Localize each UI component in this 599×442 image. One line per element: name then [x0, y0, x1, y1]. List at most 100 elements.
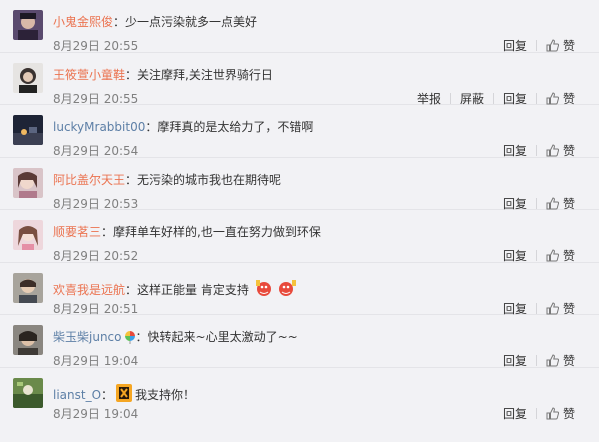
comment-item: lianst_O： 我支持你！ 8月29日 19:04 回复 赞 — [0, 368, 599, 421]
like-button[interactable]: 赞 — [546, 90, 575, 107]
like-button[interactable]: 赞 — [546, 405, 575, 422]
reply-button[interactable]: 回复 — [503, 352, 527, 369]
like-label: 赞 — [562, 144, 575, 158]
comment-time: 8月29日 19:04 — [53, 406, 139, 421]
reply-button[interactable]: 回复 — [503, 247, 527, 264]
comment-time: 8月29日 20:54 — [53, 144, 139, 158]
comment-actions: 回复 赞 — [503, 405, 575, 422]
comment-line: 阿比盖尔天王：无污染的城市我也在期待呢 — [53, 172, 281, 188]
username-link[interactable]: 小鬼金熙俊 — [53, 15, 113, 29]
like-button[interactable]: 赞 — [546, 352, 575, 369]
comment-line: 欢喜我是远航：这样正能量 肯定支持 — [53, 277, 299, 299]
comment-item: 顺要茗三：摩拜单车好样的,也一直在努力做到环保 8月29日 20:52 回复 赞 — [0, 210, 599, 263]
username-link[interactable]: 阿比盖尔天王 — [53, 173, 125, 187]
comment-text: 摩拜真的是太给力了，不错啊 — [157, 120, 314, 134]
comment-text: 我支持你！ — [135, 387, 196, 402]
comment-actions: 回复 赞 — [503, 142, 575, 159]
cheering-emoji-icon — [255, 279, 296, 296]
comment-actions: 回复 赞 — [503, 300, 575, 317]
comment-time: 8月29日 20:52 — [53, 249, 139, 263]
comment-actions: 回复 赞 — [503, 352, 575, 369]
comment-line: 小鬼金熙俊：少一点污染就多一点美好 — [53, 14, 257, 30]
colon: ： — [101, 225, 114, 239]
comment-line: 顺要茗三：摩拜单车好样的,也一直在努力做到环保 — [53, 224, 321, 240]
sticker-emoji-icon — [116, 383, 133, 402]
username-link[interactable]: lianst_O — [53, 388, 101, 402]
thumbs-up-icon — [546, 144, 559, 157]
comment-item: 欢喜我是远航：这样正能量 肯定支持 8月29日 20:51 回复 赞 — [0, 263, 599, 316]
like-button[interactable]: 赞 — [546, 142, 575, 159]
comment-item: 柴玉柴junco ：快转起来~心里太激动了~~ 8月29日 19:04 回复 赞 — [0, 315, 599, 368]
comment-text: 少一点污染就多一点美好 — [125, 15, 258, 29]
comment-line: 王筱萱小童鞋：关注摩拜,关注世界骑行日 — [53, 67, 273, 83]
comment-time: 8月29日 20:55 — [53, 39, 139, 53]
comment-time: 8月29日 20:53 — [53, 196, 139, 211]
comment-text: 这样正能量 肯定支持 — [137, 282, 249, 297]
avatar[interactable] — [13, 115, 43, 145]
thumbs-up-icon — [546, 249, 559, 262]
comment-actions: 回复 赞 — [503, 247, 575, 264]
avatar[interactable] — [13, 10, 43, 40]
reply-button[interactable]: 回复 — [503, 405, 527, 422]
comment-item: 小鬼金熙俊：少一点污染就多一点美好 8月29日 20:55 回复 赞 — [0, 0, 599, 53]
like-button[interactable]: 赞 — [546, 37, 575, 54]
colon: ： — [145, 120, 158, 134]
divider — [535, 197, 537, 209]
comment-actions: 回复 赞 — [503, 37, 575, 54]
comment-line: luckyMrabbit00：摩拜真的是太给力了，不错啊 — [53, 119, 313, 135]
username-link[interactable]: 顺要茗三 — [53, 225, 101, 239]
reply-button[interactable]: 回复 — [503, 90, 527, 107]
divider — [449, 92, 451, 104]
divider — [535, 407, 537, 419]
comment-list: 小鬼金熙俊：少一点污染就多一点美好 8月29日 20:55 回复 赞 王筱萱小童… — [0, 0, 599, 442]
divider — [535, 250, 537, 261]
reply-button[interactable]: 回复 — [503, 37, 527, 54]
like-label: 赞 — [562, 196, 575, 211]
colon: ： — [125, 67, 138, 82]
username-link[interactable]: 王筱萱小童鞋 — [53, 68, 125, 82]
comment-item: 阿比盖尔天王：无污染的城市我也在期待呢 8月29日 20:53 回复 赞 — [0, 158, 599, 211]
avatar[interactable] — [13, 272, 43, 303]
comment-text: 关注摩拜,关注世界骑行日 — [137, 67, 273, 82]
reply-button[interactable]: 回复 — [503, 142, 527, 159]
thumbs-up-icon — [546, 196, 559, 209]
divider — [535, 40, 537, 51]
avatar[interactable] — [13, 167, 43, 198]
avatar[interactable] — [13, 377, 43, 408]
comment-time: 8月29日 19:04 — [53, 354, 139, 368]
divider — [492, 92, 494, 104]
report-button[interactable]: 举报 — [417, 90, 441, 107]
like-label: 赞 — [562, 39, 575, 53]
comment-line: 柴玉柴junco ：快转起来~心里太激动了~~ — [53, 329, 298, 345]
like-button[interactable]: 赞 — [546, 300, 575, 317]
thumbs-up-icon — [546, 301, 559, 314]
username-link[interactable]: 欢喜我是远航 — [53, 283, 125, 297]
thumbs-up-icon — [546, 406, 559, 419]
colon: ： — [135, 330, 148, 344]
avatar[interactable] — [13, 62, 43, 93]
comment-actions: 举报 屏蔽 回复 赞 — [417, 90, 575, 107]
thumbs-up-icon — [546, 39, 559, 52]
like-label: 赞 — [562, 354, 575, 368]
avatar[interactable] — [13, 325, 43, 355]
avatar[interactable] — [13, 220, 43, 250]
colorful-balloon-badge-icon — [124, 331, 135, 344]
thumbs-up-icon — [546, 91, 559, 104]
like-button[interactable]: 赞 — [546, 247, 575, 264]
like-label: 赞 — [562, 406, 575, 421]
like-label: 赞 — [562, 91, 575, 106]
comment-time: 8月29日 20:55 — [53, 91, 139, 106]
comment-text: 无污染的城市我也在期待呢 — [137, 172, 282, 187]
comment-text: 摩拜单车好样的,也一直在努力做到环保 — [113, 225, 321, 239]
colon: ： — [125, 172, 138, 187]
reply-button[interactable]: 回复 — [503, 300, 527, 317]
colon: ： — [125, 282, 138, 297]
divider — [535, 145, 537, 156]
reply-button[interactable]: 回复 — [503, 195, 527, 212]
username-link[interactable]: luckyMrabbit00 — [53, 120, 145, 134]
like-button[interactable]: 赞 — [546, 195, 575, 212]
thumbs-up-icon — [546, 354, 559, 367]
like-label: 赞 — [562, 301, 575, 316]
block-button[interactable]: 屏蔽 — [460, 90, 484, 107]
username-link[interactable]: 柴玉柴junco — [53, 330, 122, 344]
